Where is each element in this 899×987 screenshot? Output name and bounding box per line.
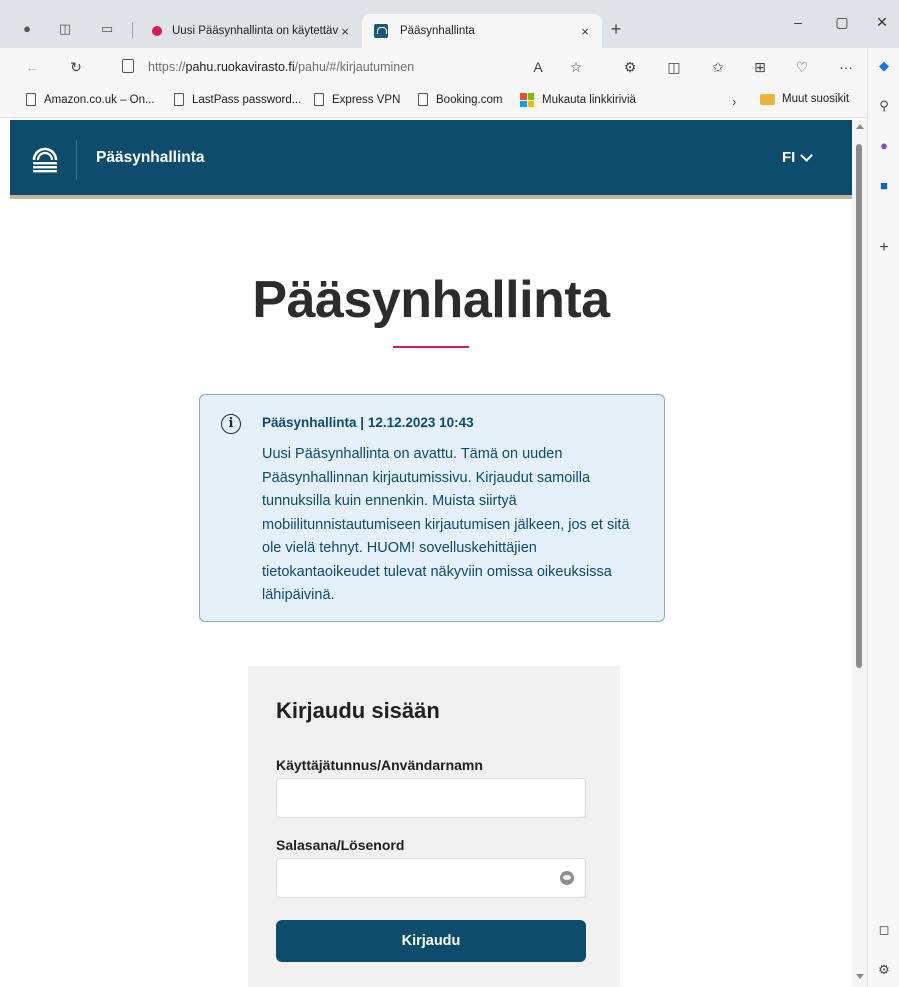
page-icon — [418, 93, 428, 106]
ruokavirasto-logo-icon — [32, 147, 58, 173]
language-selector[interactable]: FI — [782, 148, 814, 166]
app-header: Pääsynhallinta FI — [10, 120, 852, 199]
tab-title: Uusi Pääsynhallinta on käytettävissä — [172, 25, 338, 37]
workspaces-icon[interactable]: ◫ — [56, 20, 74, 38]
page-icon — [174, 93, 184, 106]
scrollbar-thumb[interactable] — [856, 144, 862, 668]
info-icon: i — [221, 414, 241, 434]
window-close-icon[interactable]: ✕ — [872, 14, 892, 31]
username-input[interactable] — [276, 778, 586, 818]
password-label: Salasana/Lösenord — [276, 837, 405, 853]
sidebar-panel-icon[interactable]: ◻ — [876, 922, 892, 938]
title-underline — [393, 346, 469, 348]
bookmarks-overflow-chevron-icon[interactable]: › — [732, 94, 736, 109]
bookmark-express-vpn[interactable]: Express VPN — [314, 93, 400, 106]
notice-box: i Pääsynhallinta | 12.12.2023 10:43 Uusi… — [199, 394, 665, 622]
header-divider — [76, 140, 77, 180]
tab-favicon — [374, 24, 388, 38]
profile-icon[interactable]: ● — [18, 20, 36, 38]
new-tab-button[interactable]: + — [606, 20, 626, 38]
microsoft-logo-icon — [520, 93, 534, 107]
favorites-icon[interactable]: ✩ — [708, 58, 728, 76]
copilot-icon[interactable]: ◆ — [876, 58, 892, 74]
folder-icon — [760, 93, 775, 105]
add-sidebar-app-icon[interactable]: + — [876, 240, 892, 256]
browser-sidebar: ◆ ⚲ ● ■ + ◻ ⚙ — [867, 48, 899, 987]
tab-title: Pääsynhallinta — [400, 25, 475, 37]
chevron-down-icon — [800, 148, 814, 162]
browser-tab-strip: ● ◫ ▭ Uusi Pääsynhallinta on käytettävis… — [0, 0, 899, 48]
notice-body: Uusi Pääsynhallinta on avattu. Tämä on u… — [262, 446, 630, 603]
browser-toolbar: ← ↻ https://pahu.ruokavirasto.fi/pahu/#/… — [0, 48, 867, 86]
bookmark-other-favorites[interactable]: Muut suosikit — [760, 93, 849, 105]
page-scrollbar[interactable] — [852, 120, 867, 987]
page-viewport: Pääsynhallinta FI Pääsynhallinta i Pääsy… — [10, 120, 852, 987]
settings-icon[interactable]: ⚙ — [876, 962, 892, 978]
username-label: Käyttäjätunnus/Användarnamn — [276, 757, 483, 773]
password-input[interactable] — [276, 858, 586, 898]
maximize-icon[interactable]: ▢ — [832, 14, 852, 31]
tab-close-icon[interactable]: × — [578, 24, 592, 39]
login-button[interactable]: Kirjaudu — [276, 920, 586, 962]
search-icon[interactable]: ⚲ — [876, 98, 892, 114]
bookmark-customize[interactable]: Mukauta linkkiriviä — [520, 93, 636, 107]
bookmark-amazon[interactable]: Amazon.co.uk – On... — [26, 93, 155, 106]
read-aloud-icon[interactable]: A — [528, 58, 548, 76]
address-bar[interactable]: https://pahu.ruokavirasto.fi/pahu/#/kirj… — [148, 60, 414, 74]
tab-favicon — [152, 26, 162, 36]
header-title[interactable]: Pääsynhallinta — [96, 149, 205, 167]
extensions-icon[interactable]: ⚙ — [620, 58, 640, 76]
bookmark-booking[interactable]: Booking.com — [418, 93, 502, 106]
page-icon — [314, 93, 324, 106]
show-password-eye-icon[interactable] — [560, 871, 574, 885]
language-label: FI — [782, 149, 796, 166]
notice-heading: Pääsynhallinta | 12.12.2023 10:43 — [262, 415, 474, 430]
split-screen-icon[interactable]: ◫ — [664, 58, 684, 76]
performance-icon[interactable]: ♡ — [792, 58, 812, 76]
outlook-icon[interactable]: ■ — [876, 178, 892, 194]
tab-actions-icon[interactable]: ▭ — [98, 20, 116, 38]
site-info-icon[interactable] — [122, 59, 134, 73]
bookmarks-bar: Amazon.co.uk – On... LastPass password..… — [0, 86, 867, 118]
minimize-icon[interactable]: – — [788, 14, 808, 30]
scroll-up-arrow-icon[interactable] — [856, 124, 864, 129]
refresh-icon[interactable]: ↻ — [66, 58, 86, 76]
login-title: Kirjaudu sisään — [276, 698, 440, 723]
collections-icon[interactable]: ⊞ — [750, 58, 770, 76]
tab-close-icon[interactable]: × — [338, 24, 352, 39]
back-icon[interactable]: ← — [22, 58, 42, 76]
tools-icon[interactable]: ● — [876, 138, 892, 154]
tab-paasynhallinta[interactable]: Pääsynhallinta × — [362, 14, 602, 48]
tab-strip-divider — [132, 22, 133, 38]
page-icon — [26, 93, 36, 106]
favorite-star-icon[interactable]: ☆ — [566, 58, 586, 76]
page-title: Pääsynhallinta — [252, 271, 610, 329]
login-card: Kirjaudu sisään Käyttäjätunnus/Användarn… — [248, 666, 620, 987]
bookmark-lastpass[interactable]: LastPass password... — [174, 93, 301, 106]
tab-uusi-paasynhallinta[interactable]: Uusi Pääsynhallinta on käytettävissä × — [138, 14, 362, 48]
scroll-down-arrow-icon[interactable] — [856, 974, 864, 979]
more-icon[interactable]: ··· — [836, 58, 856, 76]
